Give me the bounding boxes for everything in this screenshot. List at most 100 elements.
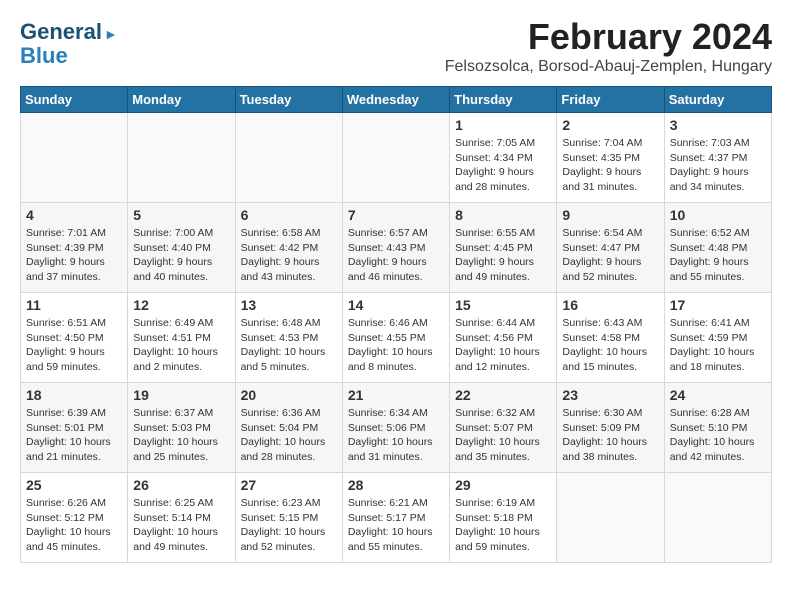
day-number: 10: [670, 207, 766, 223]
day-number: 18: [26, 387, 122, 403]
calendar-day-cell: 8 Sunrise: 6:55 AM Sunset: 4:45 PM Daylig…: [450, 203, 557, 293]
day-info: Sunrise: 6:49 AM Sunset: 4:51 PM Dayligh…: [133, 316, 229, 375]
calendar-day-cell: 26Sunrise: 6:25 AM Sunset: 5:14 PM Dayli…: [128, 473, 235, 563]
calendar-day-cell: 24Sunrise: 6:28 AM Sunset: 5:10 PM Dayli…: [664, 383, 771, 473]
day-number: 17: [670, 297, 766, 313]
calendar-day-cell: 15 Sunrise: 6:44 AM Sunset: 4:56 PM Dayli…: [450, 293, 557, 383]
calendar-day-cell: 1 Sunrise: 7:05 AM Sunset: 4:34 PM Daylig…: [450, 113, 557, 203]
calendar-day-cell: [21, 113, 128, 203]
day-info: Sunrise: 6:21 AM Sunset: 5:17 PM Dayligh…: [348, 496, 444, 555]
day-number: 5: [133, 207, 229, 223]
calendar-day-cell: 17 Sunrise: 6:41 AM Sunset: 4:59 PM Dayli…: [664, 293, 771, 383]
calendar-day-cell: 5 Sunrise: 7:00 AM Sunset: 4:40 PM Daylig…: [128, 203, 235, 293]
day-number: 16: [562, 297, 658, 313]
day-number: 29: [455, 477, 551, 493]
calendar-day-cell: [342, 113, 449, 203]
day-number: 9: [562, 207, 658, 223]
col-thursday: Thursday: [450, 87, 557, 113]
day-number: 20: [241, 387, 337, 403]
calendar-day-cell: 20Sunrise: 6:36 AM Sunset: 5:04 PM Dayli…: [235, 383, 342, 473]
day-info: Sunrise: 6:44 AM Sunset: 4:56 PM Dayligh…: [455, 316, 551, 375]
col-monday: Monday: [128, 87, 235, 113]
day-info: Sunrise: 6:28 AM Sunset: 5:10 PM Dayligh…: [670, 406, 766, 465]
col-sunday: Sunday: [21, 87, 128, 113]
day-info: Sunrise: 6:48 AM Sunset: 4:53 PM Dayligh…: [241, 316, 337, 375]
col-friday: Friday: [557, 87, 664, 113]
day-number: 14: [348, 297, 444, 313]
day-number: 11: [26, 297, 122, 313]
day-info: Sunrise: 7:00 AM Sunset: 4:40 PM Dayligh…: [133, 226, 229, 285]
day-info: Sunrise: 6:57 AM Sunset: 4:43 PM Dayligh…: [348, 226, 444, 285]
calendar-day-cell: 27Sunrise: 6:23 AM Sunset: 5:15 PM Dayli…: [235, 473, 342, 563]
col-tuesday: Tuesday: [235, 87, 342, 113]
day-number: 25: [26, 477, 122, 493]
col-saturday: Saturday: [664, 87, 771, 113]
calendar-day-cell: 23 Sunrise: 6:30 AM Sunset: 5:09 PM Dayli…: [557, 383, 664, 473]
day-info: Sunrise: 6:41 AM Sunset: 4:59 PM Dayligh…: [670, 316, 766, 375]
calendar-day-cell: 7Sunrise: 6:57 AM Sunset: 4:43 PM Daylig…: [342, 203, 449, 293]
calendar-day-cell: 14 Sunrise: 6:46 AM Sunset: 4:55 PM Dayli…: [342, 293, 449, 383]
col-wednesday: Wednesday: [342, 87, 449, 113]
day-number: 28: [348, 477, 444, 493]
calendar-day-cell: 16 Sunrise: 6:43 AM Sunset: 4:58 PM Dayli…: [557, 293, 664, 383]
day-info: Sunrise: 7:03 AM Sunset: 4:37 PM Dayligh…: [670, 136, 766, 195]
calendar-day-cell: 6 Sunrise: 6:58 AM Sunset: 4:42 PM Daylig…: [235, 203, 342, 293]
calendar-week-row: 4 Sunrise: 7:01 AM Sunset: 4:39 PM Daylig…: [21, 203, 772, 293]
day-number: 13: [241, 297, 337, 313]
day-info: Sunrise: 6:46 AM Sunset: 4:55 PM Dayligh…: [348, 316, 444, 375]
calendar-week-row: 11 Sunrise: 6:51 AM Sunset: 4:50 PM Dayli…: [21, 293, 772, 383]
day-number: 15: [455, 297, 551, 313]
calendar-day-cell: [557, 473, 664, 563]
day-info: Sunrise: 6:58 AM Sunset: 4:42 PM Dayligh…: [241, 226, 337, 285]
calendar-day-cell: [128, 113, 235, 203]
day-number: 3: [670, 117, 766, 133]
calendar-week-row: 25 Sunrise: 6:26 AM Sunset: 5:12 PM Dayli…: [21, 473, 772, 563]
calendar-day-cell: 4 Sunrise: 7:01 AM Sunset: 4:39 PM Daylig…: [21, 203, 128, 293]
day-info: Sunrise: 7:04 AM Sunset: 4:35 PM Dayligh…: [562, 136, 658, 195]
calendar-day-cell: 19 Sunrise: 6:37 AM Sunset: 5:03 PM Dayli…: [128, 383, 235, 473]
day-info: Sunrise: 6:55 AM Sunset: 4:45 PM Dayligh…: [455, 226, 551, 285]
day-info: Sunrise: 7:01 AM Sunset: 4:39 PM Dayligh…: [26, 226, 122, 285]
day-info: Sunrise: 7:05 AM Sunset: 4:34 PM Dayligh…: [455, 136, 551, 195]
calendar-header-row: Sunday Monday Tuesday Wednesday Thursday…: [21, 87, 772, 113]
calendar-day-cell: 25 Sunrise: 6:26 AM Sunset: 5:12 PM Dayli…: [21, 473, 128, 563]
day-info: Sunrise: 6:34 AM Sunset: 5:06 PM Dayligh…: [348, 406, 444, 465]
day-info: Sunrise: 6:26 AM Sunset: 5:12 PM Dayligh…: [26, 496, 122, 555]
calendar-day-cell: 22Sunrise: 6:32 AM Sunset: 5:07 PM Dayli…: [450, 383, 557, 473]
calendar-day-cell: 12Sunrise: 6:49 AM Sunset: 4:51 PM Dayli…: [128, 293, 235, 383]
calendar-day-cell: [664, 473, 771, 563]
day-number: 1: [455, 117, 551, 133]
day-info: Sunrise: 6:43 AM Sunset: 4:58 PM Dayligh…: [562, 316, 658, 375]
day-number: 2: [562, 117, 658, 133]
calendar-title: February 2024: [20, 16, 772, 58]
day-number: 27: [241, 477, 337, 493]
calendar-day-cell: 18Sunrise: 6:39 AM Sunset: 5:01 PM Dayli…: [21, 383, 128, 473]
calendar-day-cell: 2 Sunrise: 7:04 AM Sunset: 4:35 PM Daylig…: [557, 113, 664, 203]
day-number: 8: [455, 207, 551, 223]
day-info: Sunrise: 6:37 AM Sunset: 5:03 PM Dayligh…: [133, 406, 229, 465]
calendar-day-cell: 28 Sunrise: 6:21 AM Sunset: 5:17 PM Dayli…: [342, 473, 449, 563]
calendar-week-row: 18Sunrise: 6:39 AM Sunset: 5:01 PM Dayli…: [21, 383, 772, 473]
calendar-day-cell: [235, 113, 342, 203]
day-info: Sunrise: 6:51 AM Sunset: 4:50 PM Dayligh…: [26, 316, 122, 375]
logo: General► Blue: [20, 20, 118, 68]
calendar-day-cell: 3 Sunrise: 7:03 AM Sunset: 4:37 PM Daylig…: [664, 113, 771, 203]
calendar-day-cell: 10 Sunrise: 6:52 AM Sunset: 4:48 PM Dayli…: [664, 203, 771, 293]
day-info: Sunrise: 6:19 AM Sunset: 5:18 PM Dayligh…: [455, 496, 551, 555]
day-number: 6: [241, 207, 337, 223]
day-number: 26: [133, 477, 229, 493]
calendar-day-cell: 11 Sunrise: 6:51 AM Sunset: 4:50 PM Dayli…: [21, 293, 128, 383]
calendar-day-cell: 21 Sunrise: 6:34 AM Sunset: 5:06 PM Dayli…: [342, 383, 449, 473]
day-info: Sunrise: 6:30 AM Sunset: 5:09 PM Dayligh…: [562, 406, 658, 465]
day-number: 19: [133, 387, 229, 403]
day-number: 23: [562, 387, 658, 403]
day-number: 4: [26, 207, 122, 223]
calendar-day-cell: 29 Sunrise: 6:19 AM Sunset: 5:18 PM Dayli…: [450, 473, 557, 563]
calendar-subtitle: Felsozsolca, Borsod-Abauj-Zemplen, Hunga…: [20, 58, 772, 76]
day-info: Sunrise: 6:52 AM Sunset: 4:48 PM Dayligh…: [670, 226, 766, 285]
calendar-day-cell: 9 Sunrise: 6:54 AM Sunset: 4:47 PM Daylig…: [557, 203, 664, 293]
header-row: General► Blue February 2024 Felsozsolca,…: [20, 16, 772, 86]
day-info: Sunrise: 6:54 AM Sunset: 4:47 PM Dayligh…: [562, 226, 658, 285]
day-number: 21: [348, 387, 444, 403]
header-info: February 2024 Felsozsolca, Borsod-Abauj-…: [20, 16, 772, 76]
